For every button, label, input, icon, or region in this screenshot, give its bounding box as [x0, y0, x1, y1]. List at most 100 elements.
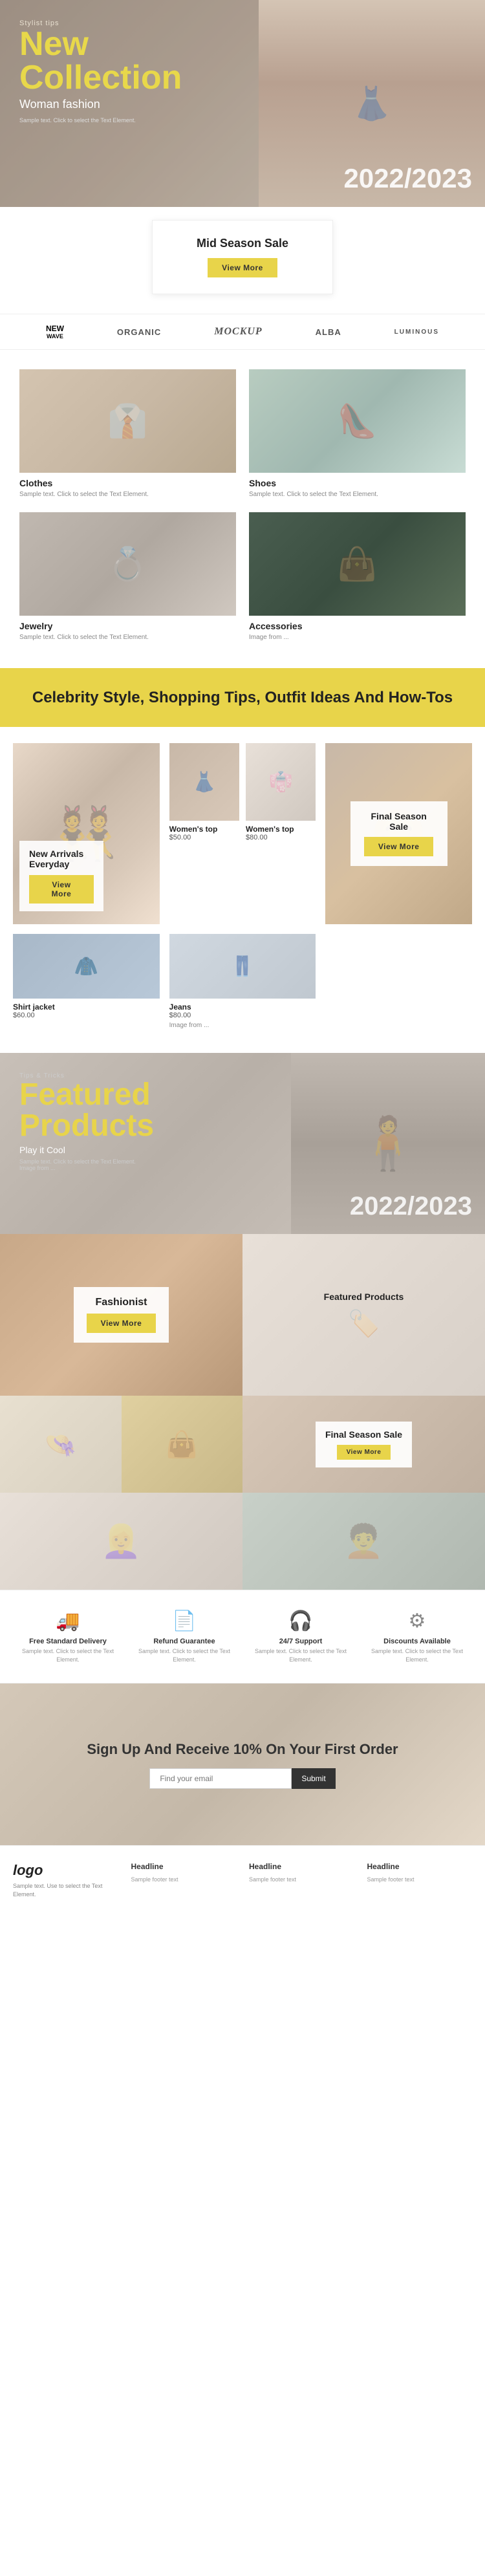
jeans-icon: 👖 — [230, 955, 254, 978]
yellow-banner-text: Celebrity Style, Shopping Tips, Outfit I… — [13, 687, 472, 708]
support-desc: Sample text. Click to select the Text El… — [246, 1647, 356, 1663]
icon-delivery: 🚚 Free Standard Delivery Sample text. Cl… — [13, 1610, 123, 1663]
icon-discounts: ⚙ Discounts Available Sample text. Click… — [362, 1610, 472, 1663]
jeans-image: 👖 — [169, 934, 316, 999]
bottom-img-4-icon: 🧑‍🦱 — [343, 1522, 383, 1561]
final-sale-bottom-button[interactable]: View More — [337, 1445, 391, 1460]
product-image-2: 👘 — [246, 743, 316, 821]
new-arrivals-label: New Arrivals Everyday — [29, 849, 94, 871]
category-accessories-name: Accessories — [249, 621, 466, 631]
footer-logo: logo — [13, 1862, 118, 1879]
footer-col-2-title: Headline — [249, 1862, 354, 1871]
shirt-jacket-item: 🧥 Shirt jacket $60.00 — [13, 934, 160, 1030]
category-clothes-image: 👔 — [19, 369, 236, 473]
yellow-banner: Celebrity Style, Shopping Tips, Outfit I… — [0, 668, 485, 727]
newsletter-form: Submit — [87, 1768, 398, 1789]
jeans-item: 👖 Jeans $80.00 Image from ... — [169, 934, 316, 1030]
shirt-jacket-image: 🧥 — [13, 934, 160, 999]
featured-title-line1: Featured — [19, 1079, 154, 1110]
products-section: 👯 New Arrivals Everyday View More 👗 Wome… — [0, 727, 485, 1046]
categories-section: 👔 Clothes Sample text. Click to select t… — [0, 350, 485, 655]
refund-desc: Sample text. Click to select the Text El… — [129, 1647, 239, 1663]
newsletter-submit-button[interactable]: Submit — [292, 1768, 335, 1789]
shirt-jacket-row: 🧥 Shirt jacket $60.00 👖 Jeans $80.00 Ima… — [13, 934, 472, 1030]
brand-luminous: LUMINOUS — [394, 329, 439, 336]
featured-products-label: Featured Products — [324, 1292, 404, 1302]
hero-year: 2022/2023 — [343, 163, 472, 194]
featured-hero-section: 🧍 Tips & Tricks Featured Products Play i… — [0, 1053, 485, 1234]
category-shoes-image: 👠 — [249, 369, 466, 473]
shirt-jacket-icon: 🧥 — [74, 955, 98, 978]
product-2-icon: 👘 — [268, 771, 292, 794]
product-name-1: Women's top — [169, 825, 239, 834]
newsletter-email-input[interactable] — [149, 1768, 292, 1789]
featured-hero-title: Featured Products — [19, 1079, 154, 1142]
product-image-1: 👗 — [169, 743, 239, 821]
brand-new-wave-top: NEW — [46, 324, 64, 333]
delivery-desc: Sample text. Click to select the Text El… — [13, 1647, 123, 1663]
jeans-name: Jeans — [169, 1002, 316, 1012]
featured-hero-year: 2022/2023 — [350, 1192, 472, 1221]
newsletter-section: Sign Up And Receive 10% On Your First Or… — [0, 1683, 485, 1845]
new-arrivals-card: 👯 New Arrivals Everyday View More — [13, 743, 160, 924]
category-clothes-name: Clothes — [19, 478, 236, 488]
products-grid: 👯 New Arrivals Everyday View More 👗 Wome… — [13, 743, 472, 924]
product-price-2: $80.00 — [246, 834, 316, 841]
brand-new-wave: NEW WAVE — [46, 324, 64, 340]
hero-title: New Collection — [19, 27, 182, 94]
sale-card-wrapper: Mid Season Sale View More — [0, 207, 485, 314]
final-sale-bottom-label: Final Season Sale — [325, 1429, 402, 1440]
featured-hero-content: Tips & Tricks Featured Products Play it … — [19, 1072, 154, 1171]
brand-new-wave-bottom: WAVE — [47, 333, 63, 340]
footer-col-3: Headline Sample footer text — [367, 1862, 473, 1898]
shirt-jacket-name: Shirt jacket — [13, 1002, 160, 1012]
icons-row: 🚚 Free Standard Delivery Sample text. Cl… — [0, 1590, 485, 1683]
category-clothes-desc: Sample text. Click to select the Text El… — [19, 490, 236, 499]
category-jewelry-desc: Sample text. Click to select the Text El… — [19, 633, 236, 642]
fashionist-section: Fashionist View More Featured Products 🏷… — [0, 1234, 485, 1396]
brand-organic: organic — [117, 327, 161, 337]
footer-col-1: Headline Sample footer text — [131, 1862, 237, 1898]
new-arrivals-button[interactable]: View More — [29, 875, 94, 904]
final-sale-label: Final Season Sale — [363, 811, 435, 832]
newsletter-title: Sign Up And Receive 10% On Your First Or… — [87, 1740, 398, 1759]
bottom-image-2: 👜 — [122, 1396, 243, 1493]
footer-col-2: Headline Sample footer text — [249, 1862, 354, 1898]
view-more-button[interactable]: View More — [208, 258, 277, 277]
bottom-img-2-icon: 👜 — [166, 1429, 198, 1460]
categories-grid: 👔 Clothes Sample text. Click to select t… — [19, 369, 466, 642]
category-shoes: 👠 Shoes Sample text. Click to select the… — [249, 369, 466, 499]
bottom-left-images: 👒 👜 — [0, 1396, 242, 1493]
product-1-icon: 👗 — [192, 771, 216, 794]
delivery-title: Free Standard Delivery — [13, 1638, 123, 1645]
bottom-image-1: 👒 — [0, 1396, 122, 1493]
bottom-grid: 👒 👜 Final Season Sale View More — [0, 1396, 485, 1493]
hero-desc: Sample text. Click to select the Text El… — [19, 116, 149, 125]
footer-logo-col: logo Sample text. Use to select the Text… — [13, 1862, 118, 1898]
category-accessories-desc: Image from ... — [249, 633, 466, 642]
final-season-sale-card: 😊 Final Season Sale View More — [325, 743, 472, 924]
sale-card: Mid Season Sale View More — [152, 220, 333, 294]
final-sale-button[interactable]: View More — [364, 837, 434, 856]
category-jewelry: 💍 Jewelry Sample text. Click to select t… — [19, 512, 236, 642]
bottom-right-panel: Final Season Sale View More — [242, 1396, 485, 1493]
footer: logo Sample text. Use to select the Text… — [0, 1845, 485, 1911]
hero-title-line1: New — [19, 27, 182, 61]
jeans-note: Image from ... — [169, 1021, 316, 1030]
product-name-2: Women's top — [246, 825, 316, 834]
product-price-1: $50.00 — [169, 834, 239, 841]
bottom-img-1-icon: 👒 — [45, 1429, 77, 1460]
footer-col-1-placeholder: Sample footer text — [131, 1876, 237, 1883]
category-jewelry-name: Jewelry — [19, 621, 236, 631]
right-products-column: 👗 Women's top $50.00 👘 Women's top $80.0… — [169, 743, 316, 924]
clothes-icon: 👔 — [19, 369, 236, 473]
category-clothes: 👔 Clothes Sample text. Click to select t… — [19, 369, 236, 499]
fashionist-button[interactable]: View More — [87, 1314, 156, 1333]
discounts-desc: Sample text. Click to select the Text El… — [362, 1647, 472, 1663]
category-shoes-desc: Sample text. Click to select the Text El… — [249, 490, 466, 499]
final-sale-overlay: Final Season Sale View More — [350, 801, 447, 866]
support-title: 24/7 Support — [246, 1638, 356, 1645]
bottom-img-3-icon: 👱‍♀️ — [101, 1522, 141, 1561]
hero-title-line2: Collection — [19, 61, 182, 94]
fashionist-overlay: Fashionist View More — [74, 1287, 169, 1343]
